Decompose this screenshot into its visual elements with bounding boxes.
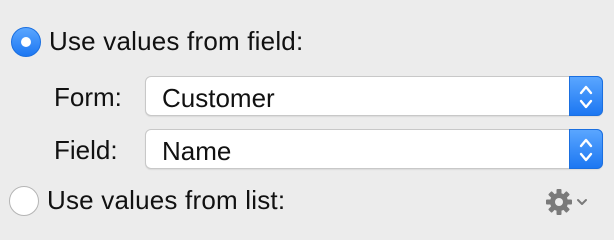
list-radio-button[interactable] — [9, 185, 39, 216]
up-down-chevron-icon — [579, 85, 593, 109]
field-select-stepper[interactable] — [569, 129, 603, 169]
field-select-value: Name — [162, 136, 232, 166]
form-select-value: Customer — [162, 83, 275, 113]
field-radio-label: Use values from field: — [49, 26, 304, 56]
form-select[interactable]: Customer — [145, 76, 603, 116]
form-select-stepper[interactable] — [569, 76, 603, 116]
form-label: Form: — [54, 82, 122, 112]
list-radio-label: Use values from list: — [47, 185, 286, 215]
action-menu-button[interactable] — [544, 187, 590, 217]
field-radio-button[interactable] — [11, 26, 41, 57]
up-down-chevron-icon — [579, 138, 593, 162]
field-select[interactable]: Name — [145, 129, 603, 169]
use-values-from-list-option[interactable]: Use values from list: — [9, 185, 285, 216]
field-label: Field: — [54, 135, 118, 165]
chevron-down-icon — [577, 199, 587, 205]
use-values-from-field-option[interactable]: Use values from field: — [11, 26, 303, 57]
gear-icon — [546, 189, 572, 215]
